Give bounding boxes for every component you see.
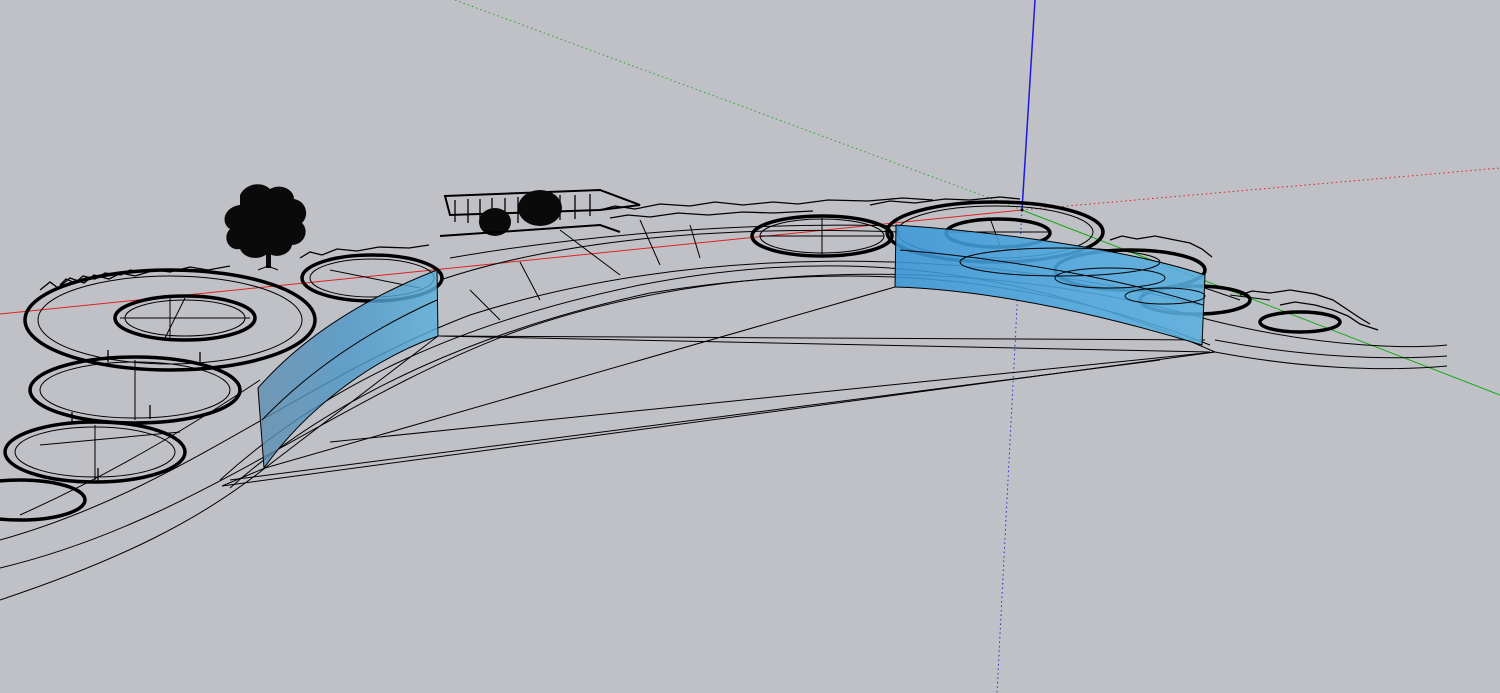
pergola-structure <box>439 188 641 237</box>
planter-ring-edge <box>1258 310 1342 334</box>
paving-line <box>469 289 501 321</box>
model-viewport[interactable] <box>0 0 1500 693</box>
scene-canvas[interactable] <box>0 0 1500 693</box>
paving-line <box>519 261 541 301</box>
lower-edge-curve-2 <box>1214 339 1448 359</box>
structure-base <box>439 223 621 237</box>
wall-face-right <box>894 224 1206 346</box>
left-sweep-curve <box>0 467 266 601</box>
selected-wall-right[interactable] <box>894 224 1206 346</box>
structure-shrub <box>518 190 562 226</box>
shrub-hatching <box>609 210 814 219</box>
tree-trunk <box>266 238 271 268</box>
tri-edge <box>329 351 1216 443</box>
paving-line <box>639 219 661 266</box>
red-axis-back <box>1021 167 1500 211</box>
tree-canopy <box>224 184 307 258</box>
lower-edge-curve <box>1214 351 1448 370</box>
shrub-hatching <box>1109 235 1213 258</box>
drawing-axes <box>0 0 1500 693</box>
green-axis-back <box>454 0 1023 211</box>
tree-component <box>224 184 307 271</box>
axis-origin-marker <box>1020 208 1024 212</box>
tri-edge <box>229 359 1161 481</box>
outer-boundary-curve-2 <box>0 260 1201 541</box>
blue-axis-up <box>1021 0 1036 211</box>
shrub-hatching <box>599 197 934 211</box>
planter-ring-bottom <box>0 478 87 522</box>
